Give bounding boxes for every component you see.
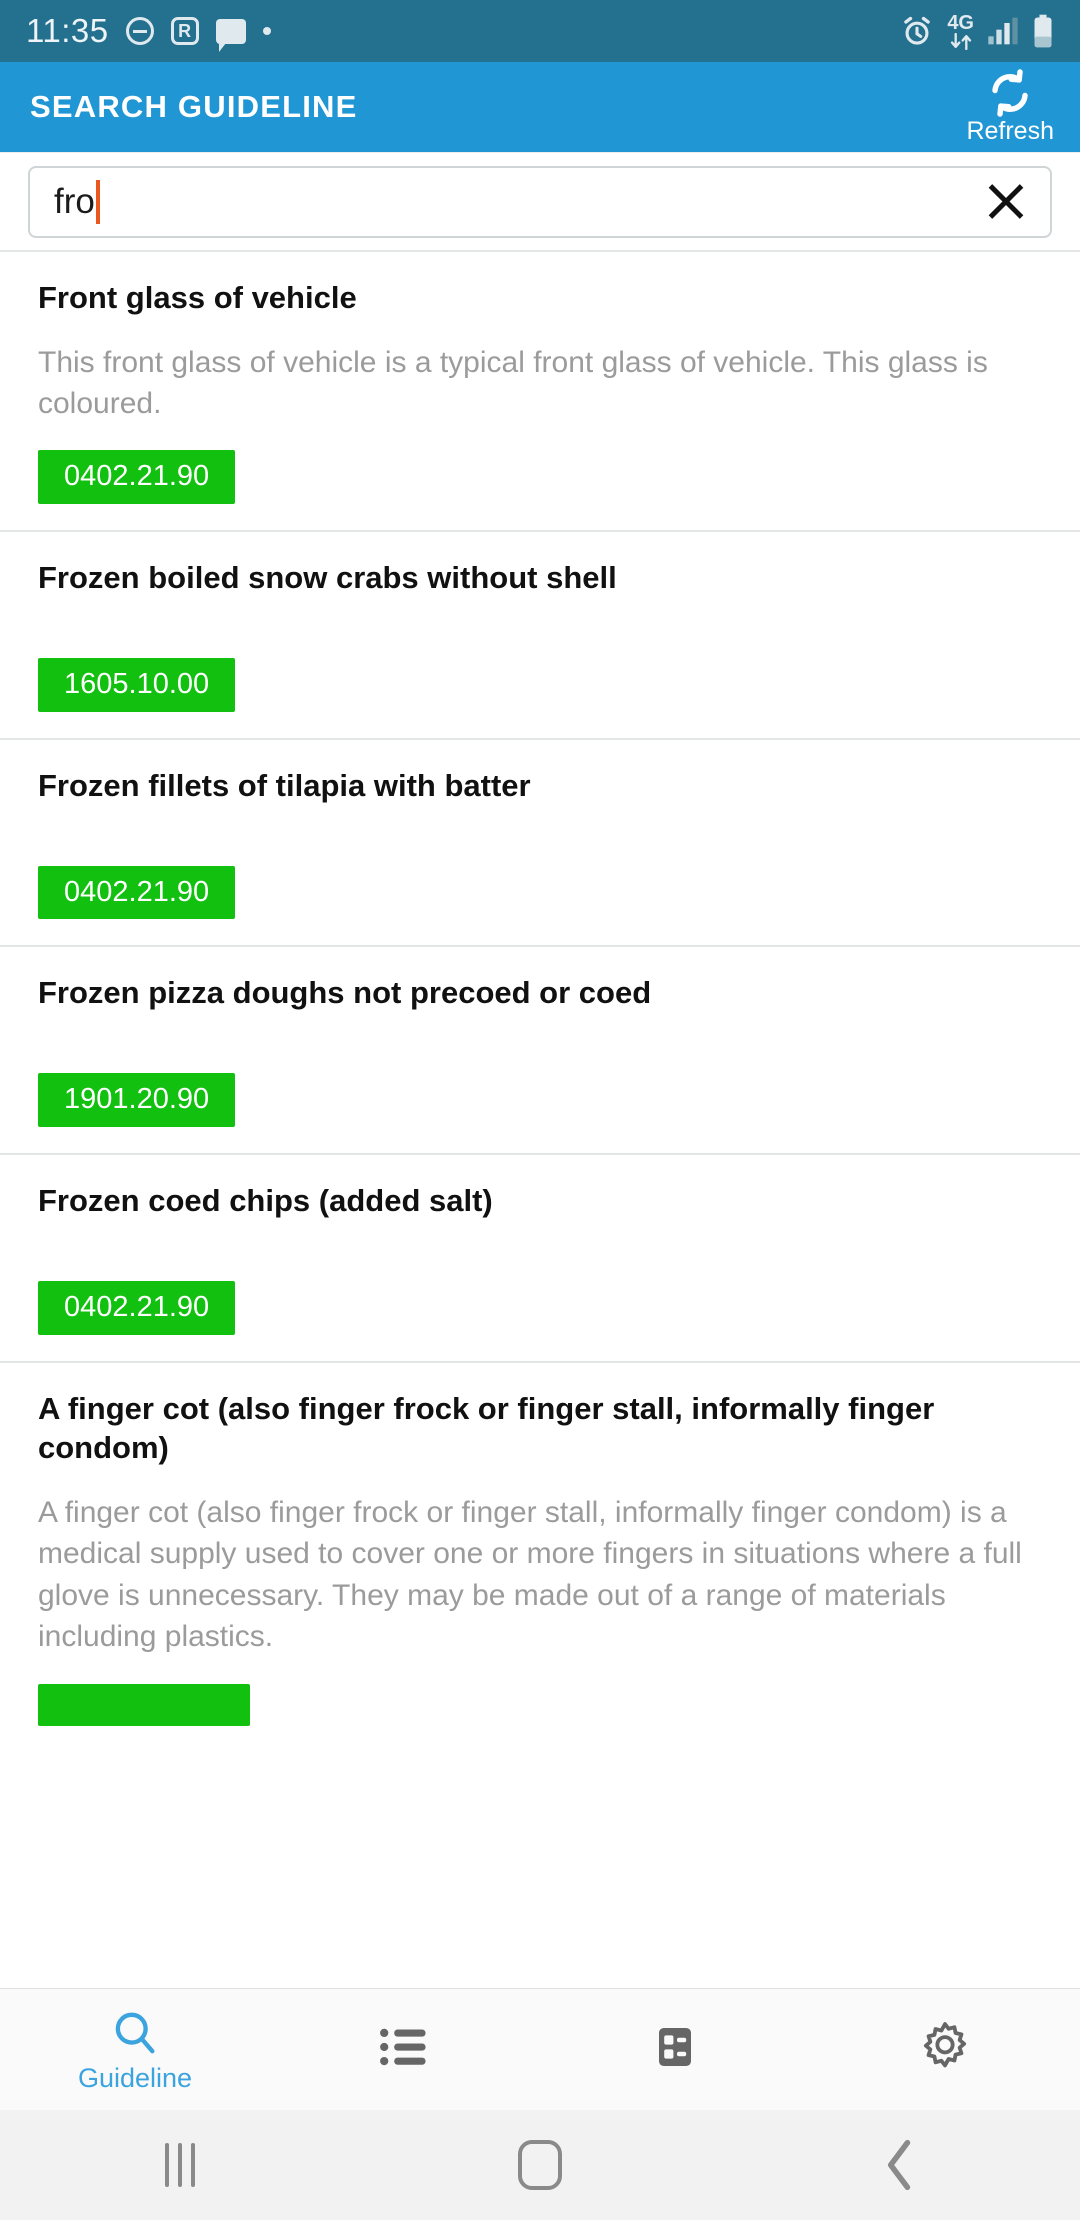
- alarm-icon: [904, 16, 931, 45]
- phone-screen: 11:35 R 4G SEARCH GUIDELINE Refresh fro …: [0, 0, 1080, 2220]
- list-box-icon: [659, 2027, 691, 2066]
- list-item[interactable]: Frozen coed chips (added salt) 0402.21.9…: [0, 1153, 1080, 1361]
- back-button[interactable]: [720, 2139, 1080, 2191]
- result-code-badge[interactable]: 0402.21.90: [38, 865, 236, 920]
- battery-icon: [1034, 14, 1052, 48]
- page-title: SEARCH GUIDELINE: [30, 89, 358, 124]
- result-code-badge[interactable]: 1901.20.90: [38, 1073, 236, 1128]
- mobile-data-icon: 4G: [947, 13, 974, 50]
- dnd-icon: [125, 17, 154, 45]
- result-code-badge[interactable]: 0402.21.90: [38, 1280, 236, 1335]
- r-badge-icon: R: [170, 17, 199, 45]
- status-bar-clock: 11:35: [26, 12, 109, 49]
- result-code-badge[interactable]: 0402.21.90: [38, 450, 236, 505]
- home-button[interactable]: [360, 2140, 720, 2190]
- message-icon: [215, 18, 246, 52]
- refresh-button[interactable]: Refresh: [966, 68, 1054, 144]
- network-type-label: 4G: [947, 11, 974, 34]
- search-icon: [115, 2012, 155, 2054]
- recents-button[interactable]: [0, 2143, 360, 2187]
- result-title: Frozen coed chips (added salt): [38, 1183, 493, 1219]
- refresh-label: Refresh: [966, 117, 1054, 145]
- list-item[interactable]: A finger cot (also finger frock or finge…: [0, 1360, 1080, 1757]
- result-description: This front glass of vehicle is a typical…: [38, 345, 988, 421]
- home-icon: [518, 2140, 562, 2190]
- bottom-tab-bar: Guideline: [0, 1988, 1080, 2110]
- result-title: A finger cot (also finger frock or finge…: [38, 1390, 935, 1466]
- tab-guideline-label: Guideline: [77, 2063, 193, 2093]
- refresh-icon: [992, 69, 1028, 117]
- status-bar-right: 4G: [900, 13, 1054, 50]
- back-icon: [887, 2139, 911, 2191]
- result-code-badge[interactable]: [38, 1683, 250, 1726]
- list-bullet-icon: [380, 2028, 426, 2065]
- result-title: Front glass of vehicle: [38, 280, 357, 315]
- tab-list[interactable]: [270, 1989, 540, 2110]
- list-item[interactable]: Frozen boiled snow crabs without shell 1…: [0, 530, 1080, 738]
- status-bar: 11:35 R 4G: [0, 0, 1080, 62]
- data-arrows-icon: [950, 32, 971, 50]
- search-results-list[interactable]: Front glass of vehicle This front glass …: [0, 250, 1080, 1988]
- signal-icon: [988, 17, 1018, 45]
- result-title: Frozen fillets of tilapia with batter: [38, 767, 531, 803]
- result-code-badge[interactable]: 1605.10.00: [38, 658, 236, 712]
- tab-guideline[interactable]: Guideline: [0, 1989, 270, 2110]
- android-navigation-bar: [0, 2110, 1080, 2220]
- search-input-value: fro: [54, 181, 95, 221]
- list-item[interactable]: Frozen pizza doughs not precoed or coed …: [0, 945, 1080, 1153]
- search-bar: fro: [0, 152, 1080, 250]
- list-item[interactable]: Front glass of vehicle This front glass …: [0, 250, 1080, 530]
- result-title: Frozen boiled snow crabs without shell: [38, 560, 617, 596]
- close-icon[interactable]: [984, 180, 1028, 224]
- tab-records[interactable]: [540, 1989, 810, 2110]
- result-description: A finger cot (also finger frock or finge…: [38, 1495, 1022, 1654]
- status-bar-left: 11:35 R: [26, 12, 900, 52]
- tab-settings[interactable]: [810, 1989, 1080, 2110]
- text-caret: [95, 179, 100, 224]
- app-bar: SEARCH GUIDELINE Refresh: [0, 62, 1080, 152]
- dot-icon: [262, 27, 271, 35]
- recents-icon: [165, 2143, 195, 2187]
- list-item[interactable]: Frozen fillets of tilapia with batter 04…: [0, 737, 1080, 946]
- result-title: Frozen pizza doughs not precoed or coed: [38, 975, 652, 1011]
- search-input[interactable]: fro: [28, 165, 1052, 238]
- gear-icon: [923, 2021, 967, 2067]
